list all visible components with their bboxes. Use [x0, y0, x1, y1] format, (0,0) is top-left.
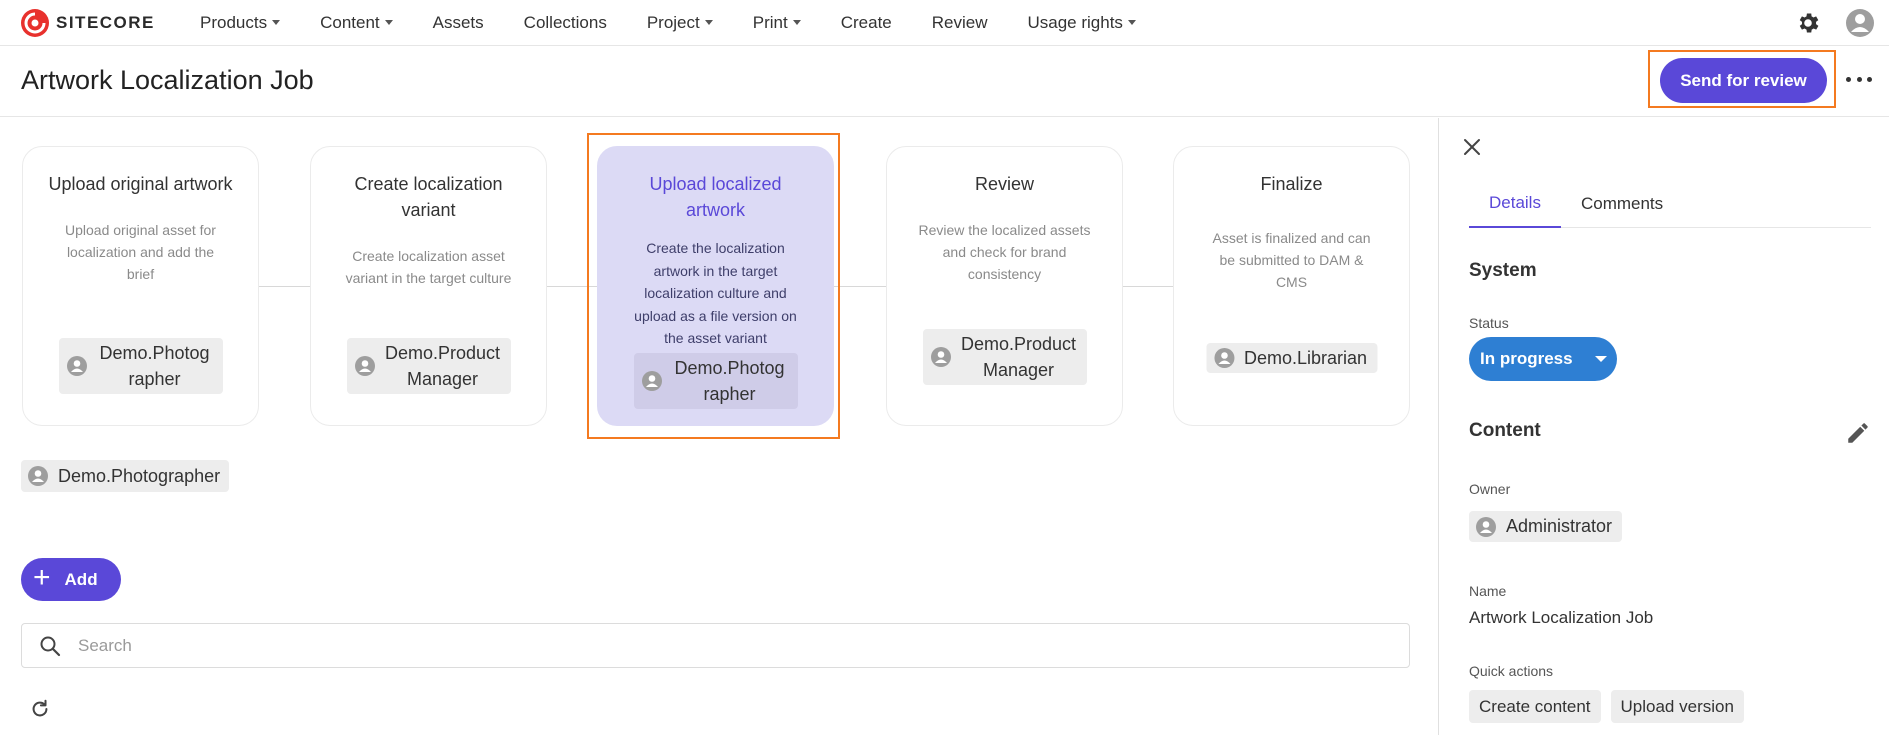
assignee-name: Demo.Product Manager — [960, 334, 1077, 380]
current-assignee-chip[interactable]: Demo.Photographer — [21, 460, 230, 492]
highlight-outline — [587, 133, 840, 439]
sitecore-logo[interactable]: SITECORE — [20, 8, 190, 38]
tab-comments[interactable]: Comments — [1561, 180, 1683, 228]
nav-item-label: Review — [931, 12, 988, 32]
workflow-step-finalize[interactable]: Finalize Asset is finalized and can be s… — [1173, 146, 1410, 426]
caret-down-icon — [384, 20, 393, 25]
add-button-label: Add — [64, 569, 98, 589]
main-content: Upload original artwork Upload original … — [0, 118, 1438, 735]
search-icon — [40, 636, 61, 656]
status-label: Status — [1469, 315, 1509, 331]
assignee-chip[interactable]: Demo.Product Manager — [346, 338, 511, 394]
nav-item-label: Collections — [523, 12, 607, 32]
send-for-review-button[interactable]: Send for review — [1660, 58, 1827, 103]
pencil-icon[interactable] — [1845, 420, 1871, 446]
page-title: Artwork Localization Job — [21, 65, 314, 95]
more-horizontal-icon[interactable] — [1846, 69, 1872, 89]
owner-chip[interactable]: Administrator — [1469, 511, 1623, 542]
user-avatar-icon — [1476, 516, 1496, 537]
refresh-icon[interactable] — [29, 698, 51, 720]
status-dropdown[interactable]: In progress — [1469, 337, 1617, 381]
user-avatar-icon — [1213, 348, 1234, 368]
nav-item-label: Usage rights — [1027, 12, 1123, 32]
workflow-step-upload-original[interactable]: Upload original artwork Upload original … — [22, 146, 259, 426]
quick-actions: Create content Upload version — [1469, 690, 1754, 723]
user-avatar-icon — [28, 466, 48, 486]
caret-down-icon — [792, 20, 801, 25]
nav-item-label: Project — [646, 12, 700, 32]
add-button[interactable]: + Add — [21, 558, 121, 601]
nav-item-review[interactable]: Review — [932, 13, 988, 33]
assignee-chip[interactable]: Demo.Product Manager — [922, 329, 1087, 385]
nav-item-project[interactable]: Project — [647, 13, 713, 33]
caret-down-icon — [1127, 20, 1136, 25]
user-avatar-icon — [930, 347, 951, 367]
sitecore-logo-icon — [21, 8, 49, 37]
close-icon[interactable] — [1461, 136, 1483, 158]
step-description: Upload original asset for localization a… — [65, 222, 216, 282]
nav-item-label: Products — [200, 12, 268, 32]
step-description: Create localization asset variant in the… — [345, 248, 512, 286]
workflow-step-review[interactable]: Review Review the localized assets and c… — [886, 146, 1123, 426]
nav-right — [1795, 8, 1875, 38]
step-title: Upload original artwork — [48, 174, 233, 194]
nav-item-label: Print — [752, 12, 788, 32]
nav-item-label: Content — [320, 12, 380, 32]
user-avatar-icon[interactable] — [1845, 8, 1875, 38]
nav-item-collections[interactable]: Collections — [524, 13, 607, 33]
assignee-name: Demo.Product Manager — [384, 343, 501, 389]
section-title-system: System — [1469, 260, 1537, 281]
workflow-step-create-variant[interactable]: Create localization variant Create local… — [310, 146, 547, 426]
step-connector — [259, 286, 310, 287]
step-title: Create localization variant — [354, 174, 503, 220]
nav-item-usage-rights[interactable]: Usage rights — [1028, 13, 1136, 33]
upload-version-button[interactable]: Upload version — [1610, 690, 1744, 723]
step-connector — [834, 286, 886, 287]
search-bar[interactable] — [21, 623, 1410, 668]
assignee-chip[interactable]: Demo.Librarian — [1205, 343, 1378, 373]
top-nav: SITECORE Products Content Assets Collect… — [0, 0, 1889, 46]
nav-item-print[interactable]: Print — [753, 13, 801, 33]
name-label: Name — [1469, 583, 1507, 599]
owner-label: Owner — [1469, 481, 1511, 497]
search-input[interactable] — [78, 635, 1378, 656]
section-title-content: Content — [1469, 420, 1541, 441]
user-avatar-icon — [354, 356, 375, 376]
owner-name: Administrator — [1506, 516, 1613, 536]
step-title: Review — [974, 174, 1035, 194]
user-avatar-icon — [66, 356, 87, 376]
page-header: Artwork Localization Job Send for review — [0, 47, 1889, 117]
plus-icon: + — [33, 561, 51, 594]
nav-item-products[interactable]: Products — [200, 12, 281, 33]
quick-actions-label: Quick actions — [1469, 663, 1554, 679]
assignee-name: Demo.Photographer — [99, 343, 210, 389]
caret-down-icon — [272, 20, 281, 25]
nav-item-create[interactable]: Create — [841, 13, 892, 33]
gear-icon[interactable] — [1795, 10, 1821, 36]
step-connector — [1122, 286, 1173, 287]
nav-item-label: Assets — [432, 12, 484, 32]
nav-menu: Products Content Assets Collections Proj… — [200, 13, 1176, 33]
nav-item-content[interactable]: Content — [320, 13, 393, 33]
step-title: Finalize — [1260, 174, 1323, 194]
step-description: Review the localized assets and check fo… — [918, 222, 1091, 282]
nav-item-assets[interactable]: Assets — [433, 13, 484, 33]
tab-details[interactable]: Details — [1469, 180, 1561, 228]
create-content-button[interactable]: Create content — [1469, 690, 1601, 723]
brand-name: SITECORE — [56, 12, 155, 32]
details-panel: Details Comments System Status In progre… — [1438, 118, 1889, 735]
nav-item-label: Create — [840, 12, 892, 32]
assignee-chip[interactable]: Demo.Photographer — [58, 338, 223, 394]
panel-tabs: Details Comments — [1469, 180, 1871, 228]
status-value: In progress — [1480, 349, 1573, 368]
caret-down-icon — [1594, 356, 1607, 362]
assignee-name: Demo.Photographer — [58, 465, 221, 486]
name-value: Artwork Localization Job — [1469, 608, 1654, 627]
assignee-name: Demo.Librarian — [1243, 348, 1368, 368]
caret-down-icon — [704, 20, 713, 25]
step-description: Asset is finalized and can be submitted … — [1212, 230, 1371, 290]
